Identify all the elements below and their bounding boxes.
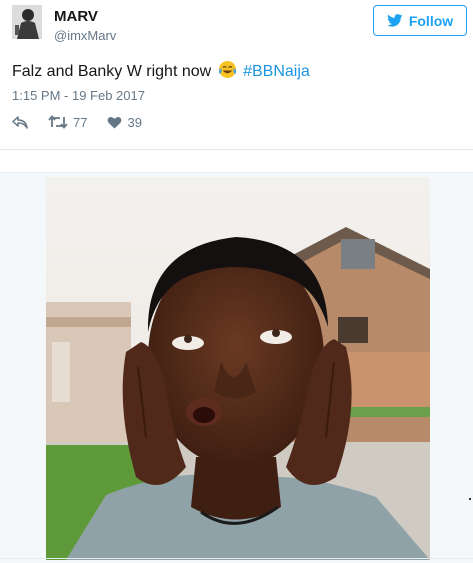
tweet-timestamp[interactable]: 1:15 PM - 19 Feb 2017 [12, 88, 145, 103]
tweet-card: MARV @imxMarv Follow Falz and Banky W ri… [0, 0, 473, 152]
tweet-photo[interactable] [46, 177, 430, 560]
divider [0, 149, 473, 150]
tweet-actions: 77 39 [12, 113, 162, 131]
follow-button[interactable]: Follow [373, 5, 467, 36]
follow-label: Follow [408, 12, 454, 29]
reply-icon [12, 115, 28, 129]
author-name[interactable]: MARV [54, 8, 98, 25]
reply-button[interactable] [12, 115, 28, 129]
like-button[interactable]: 39 [107, 114, 142, 130]
retweet-count: 77 [73, 114, 88, 130]
avatar[interactable] [12, 5, 42, 39]
media-area [0, 172, 473, 563]
bottom-divider [0, 558, 473, 559]
tears-of-joy-emoji-icon [218, 60, 237, 79]
like-count: 39 [127, 114, 142, 130]
author-handle[interactable]: @imxMarv [54, 28, 116, 43]
twitter-bird-icon [386, 14, 403, 27]
hashtag-link[interactable]: #BBNaija [243, 63, 310, 80]
tweet-body: Falz and Banky W right now [12, 63, 212, 80]
scroll-marker [469, 498, 471, 500]
retweet-button[interactable]: 77 [48, 115, 87, 130]
heart-icon [107, 116, 122, 129]
tweet-text: Falz and Banky W right now #BBNaija [12, 60, 310, 81]
retweet-icon [48, 115, 68, 129]
